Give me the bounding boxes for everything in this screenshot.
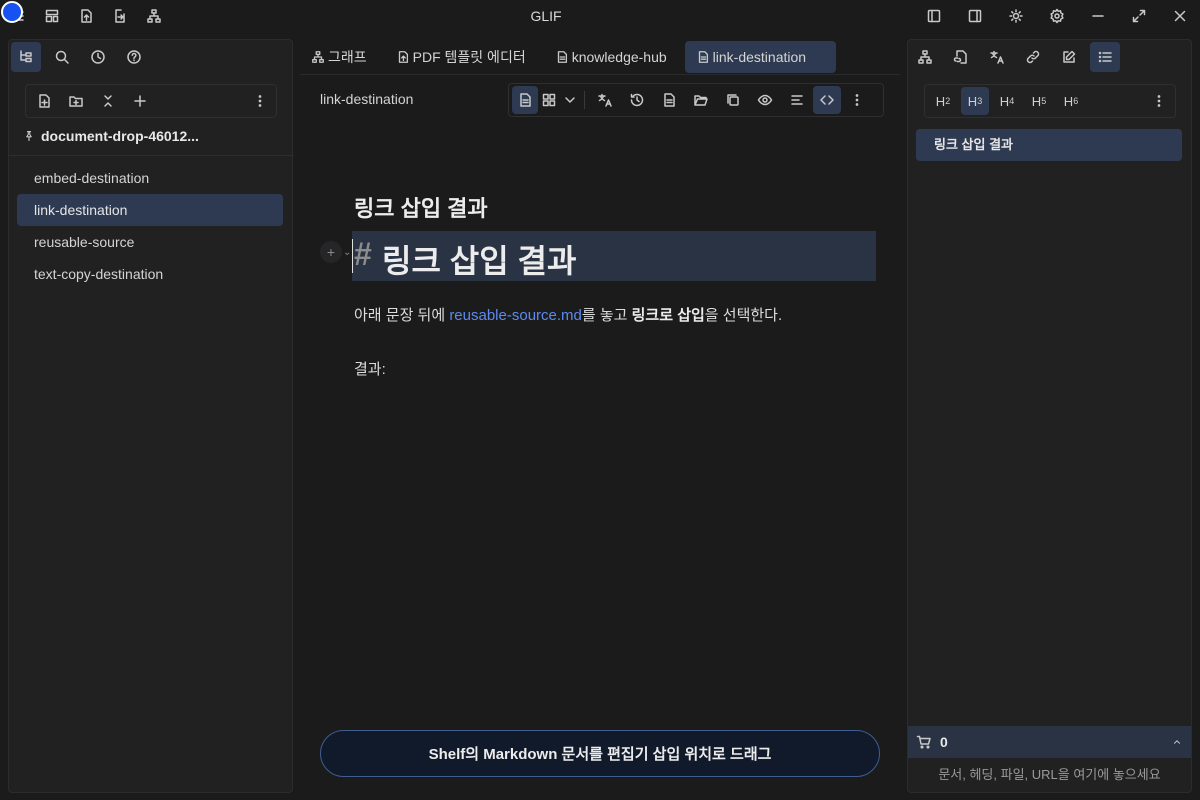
history-icon[interactable] xyxy=(621,86,653,114)
align-text-icon[interactable] xyxy=(781,86,813,114)
shelf-count: 0 xyxy=(940,734,948,750)
tab-label: PDF 템플릿 에디터 xyxy=(412,49,526,65)
paragraph-text: 를 놓고 xyxy=(581,307,632,324)
collapse-all-icon[interactable] xyxy=(94,87,122,115)
paragraph-text: 아래 문장 뒤에 xyxy=(354,307,450,324)
code-view-icon[interactable] xyxy=(813,86,841,114)
help-icon[interactable] xyxy=(119,42,149,72)
file-link-icon[interactable] xyxy=(946,42,976,72)
title-bar: GLIF xyxy=(0,0,1200,32)
more-options-icon[interactable] xyxy=(246,87,274,115)
more-options-icon[interactable] xyxy=(1145,87,1173,115)
tab-link-destination[interactable]: link-destination xyxy=(684,41,836,73)
left-sidebar: document-drop-46012... embed-destination… xyxy=(8,39,294,793)
result-label[interactable]: 결과: xyxy=(354,358,386,379)
paragraph[interactable]: 아래 문장 뒤에 reusable-source.md를 놓고 링크로 삽입을 … xyxy=(354,304,782,325)
shelf-drop-zone[interactable]: Shelf의 Markdown 문서를 편집기 삽입 위치로 드래그 xyxy=(320,730,880,777)
project-row[interactable]: document-drop-46012... xyxy=(21,128,199,144)
divider xyxy=(300,74,900,75)
toolbar-divider xyxy=(584,91,585,109)
new-file-icon[interactable] xyxy=(30,87,58,115)
translate-icon[interactable] xyxy=(982,42,1012,72)
minimize-icon[interactable] xyxy=(1084,2,1112,30)
document-view-icon[interactable] xyxy=(512,86,538,114)
tab-label: 그래프 xyxy=(328,49,367,65)
toggle-left-sidebar-icon[interactable] xyxy=(920,2,948,30)
cart-icon xyxy=(914,732,934,752)
project-name: document-drop-46012... xyxy=(41,128,199,144)
settings-gear-icon[interactable] xyxy=(1043,2,1071,30)
pdf-template-icon xyxy=(395,49,411,65)
file-item-text-copy-destination[interactable]: text-copy-destination xyxy=(17,258,283,290)
file-item-reusable-source[interactable]: reusable-source xyxy=(17,226,283,258)
right-sidebar: H2 H3 H4 H5 H6 링크 삽입 결과 0 문서, 헤딩, 파일, UR… xyxy=(907,39,1192,793)
tab-knowledge-hub[interactable]: knowledge-hub xyxy=(544,41,677,73)
heading-level-4-button[interactable]: H4 xyxy=(993,87,1021,115)
document-icon xyxy=(554,49,570,65)
left-sidebar-tabs xyxy=(9,42,149,72)
shelf-drop-hint: 문서, 헤딩, 파일, URL을 여기에 놓으세요 xyxy=(938,767,1161,782)
document-heading: 링크 삽입 결과 xyxy=(354,196,488,221)
preview-eye-icon[interactable] xyxy=(749,86,781,114)
heading-level-toolbar: H2 H3 H4 H5 H6 xyxy=(924,84,1176,118)
folder-open-icon[interactable] xyxy=(685,86,717,114)
graph-icon xyxy=(310,49,326,65)
copy-icon[interactable] xyxy=(717,86,749,114)
heading-markdown-hash: # xyxy=(354,236,372,272)
more-options-icon[interactable] xyxy=(841,86,873,114)
text-cursor xyxy=(352,239,353,273)
close-icon[interactable] xyxy=(1166,2,1194,30)
shelf-bar[interactable]: 0 xyxy=(908,726,1191,758)
chevron-up-icon[interactable] xyxy=(1169,734,1185,750)
graph-icon[interactable] xyxy=(910,42,940,72)
edit-icon[interactable] xyxy=(1054,42,1084,72)
heading-block[interactable]: # 링크 삽입 결과 xyxy=(352,231,876,281)
heading-level-3-button[interactable]: H3 xyxy=(961,87,989,115)
heading-text: 링크 삽입 결과 xyxy=(382,243,577,279)
tab-graph[interactable]: 그래프 xyxy=(300,41,377,73)
add-block-icon[interactable]: + xyxy=(320,241,342,263)
chevron-down-icon[interactable] xyxy=(560,86,580,114)
file-item-link-destination[interactable]: link-destination xyxy=(17,194,283,226)
tab-label: link-destination xyxy=(712,49,807,65)
right-sidebar-tabs xyxy=(910,42,1120,72)
file-list: embed-destination link-destination reusa… xyxy=(17,162,283,290)
file-text-icon[interactable] xyxy=(653,86,685,114)
outline-list-icon[interactable] xyxy=(1090,42,1120,72)
pin-icon[interactable] xyxy=(21,128,37,144)
bold-text: 링크로 삽입 xyxy=(631,307,705,324)
history-clock-icon[interactable] xyxy=(83,42,113,72)
add-icon[interactable] xyxy=(126,87,154,115)
tab-pdf-template-editor[interactable]: PDF 템플릿 에디터 xyxy=(385,41,536,73)
outline-item[interactable]: 링크 삽입 결과 xyxy=(916,129,1182,161)
document-path: link-destination xyxy=(320,91,414,107)
editor-area: 그래프 PDF 템플릿 에디터 knowledge-hub link-desti… xyxy=(300,39,900,793)
window-controls xyxy=(920,2,1194,30)
heading-level-5-button[interactable]: H5 xyxy=(1025,87,1053,115)
file-toolbar xyxy=(25,84,277,118)
search-icon[interactable] xyxy=(47,42,77,72)
app-status-dot[interactable] xyxy=(1,1,23,23)
heading-level-2-button[interactable]: H2 xyxy=(929,87,957,115)
maximize-icon[interactable] xyxy=(1125,2,1153,30)
toggle-right-sidebar-icon[interactable] xyxy=(961,2,989,30)
file-item-embed-destination[interactable]: embed-destination xyxy=(17,162,283,194)
document-icon xyxy=(695,49,711,65)
link-icon[interactable] xyxy=(1018,42,1048,72)
document-tabs: 그래프 PDF 템플릿 에디터 knowledge-hub link-desti… xyxy=(300,41,900,73)
block-handle[interactable]: + ⌄ xyxy=(320,241,351,263)
file-tree-icon[interactable] xyxy=(11,42,41,72)
heading-level-6-button[interactable]: H6 xyxy=(1057,87,1085,115)
divider xyxy=(9,155,294,156)
editor-toolbar xyxy=(508,83,884,117)
chevron-down-icon[interactable]: ⌄ xyxy=(343,247,351,258)
theme-sun-icon[interactable] xyxy=(1002,2,1030,30)
translate-icon[interactable] xyxy=(589,86,621,114)
paragraph-text: 을 선택한다. xyxy=(704,307,783,324)
grid-view-icon[interactable] xyxy=(538,86,560,114)
new-folder-icon[interactable] xyxy=(62,87,90,115)
tab-label: knowledge-hub xyxy=(571,49,667,65)
document-link[interactable]: reusable-source.md xyxy=(449,307,582,324)
